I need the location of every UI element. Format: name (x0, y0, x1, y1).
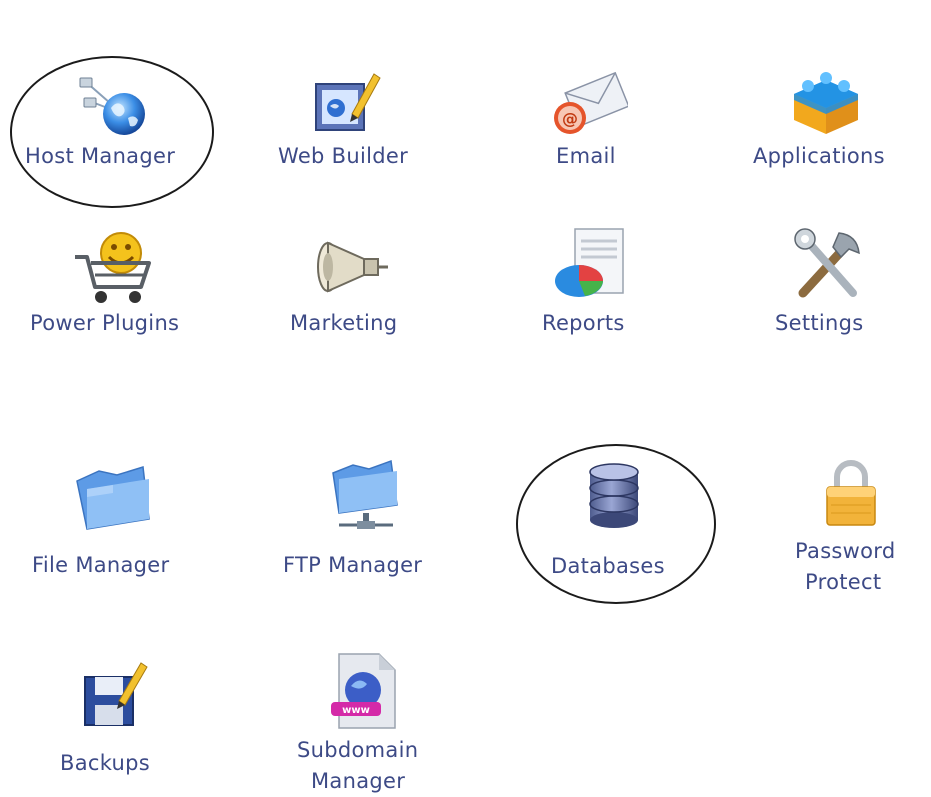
applications-tile[interactable]: Applications (746, 60, 906, 180)
email-icon: @ (554, 71, 628, 134)
password-protect-tile[interactable]: Password Protect (785, 455, 925, 605)
settings-tile[interactable]: Settings (765, 225, 885, 340)
web-builder-icon (315, 73, 381, 131)
globe-network-icon (79, 77, 145, 135)
backups-tile[interactable]: Backups (55, 655, 175, 785)
databases-label: Databases (551, 554, 665, 578)
host-manager-tile[interactable]: Host Manager (10, 60, 215, 210)
power-plugins-tile[interactable]: Power Plugins (25, 225, 205, 340)
folder-icon (76, 466, 150, 530)
password-protect-label-line1: Password (795, 539, 896, 563)
backup-disk-icon (84, 662, 148, 726)
megaphone-icon (317, 241, 388, 293)
reports-chart-icon (555, 228, 624, 297)
host-manager-label: Host Manager (25, 144, 176, 168)
ftp-folder-icon (332, 459, 398, 529)
subdomain-manager-tile[interactable]: www Subdomain Manager (285, 650, 445, 793)
marketing-tile[interactable]: Marketing (280, 225, 430, 340)
tools-icon (794, 228, 860, 298)
reports-label: Reports (542, 311, 625, 335)
applications-icon (794, 72, 858, 134)
subdomain-manager-label-line2: Manager (311, 769, 406, 793)
svg-text:www: www (342, 705, 370, 716)
padlock-icon (826, 460, 876, 526)
ftp-manager-label: FTP Manager (283, 553, 423, 577)
applications-label: Applications (753, 144, 885, 168)
subdomain-manager-label-line1: Subdomain (297, 738, 419, 762)
subdomain-document-icon: www (331, 653, 396, 729)
power-plugins-label: Power Plugins (30, 311, 180, 335)
settings-label: Settings (775, 311, 864, 335)
password-protect-label-line2: Protect (805, 570, 882, 594)
power-plugins-cart-icon (75, 232, 151, 303)
databases-tile[interactable]: Databases (516, 444, 716, 604)
svg-text:@: @ (562, 109, 578, 128)
reports-tile[interactable]: Reports (535, 225, 665, 340)
database-icon (589, 463, 639, 528)
web-builder-label: Web Builder (278, 144, 409, 168)
marketing-label: Marketing (290, 311, 398, 335)
email-label: Email (556, 144, 616, 168)
web-builder-tile[interactable]: Web Builder (272, 60, 432, 180)
ftp-manager-tile[interactable]: FTP Manager (275, 455, 455, 585)
email-tile[interactable]: @ Email (530, 60, 650, 180)
backups-label: Backups (60, 751, 151, 775)
file-manager-label: File Manager (32, 553, 170, 577)
file-manager-tile[interactable]: File Manager (25, 455, 205, 585)
